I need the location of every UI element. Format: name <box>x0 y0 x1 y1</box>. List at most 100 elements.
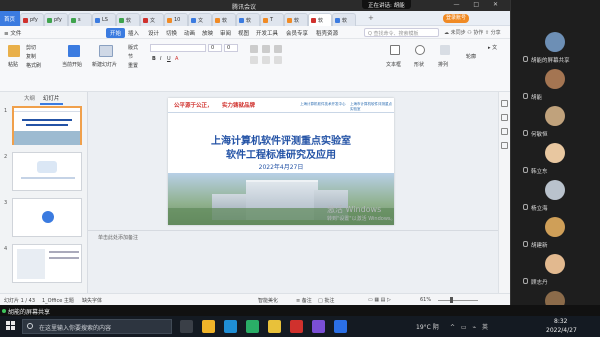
play-icon[interactable] <box>68 45 80 57</box>
tab-outline[interactable]: 大纲 <box>24 94 35 102</box>
document-tab[interactable]: s <box>68 13 92 26</box>
slide-date[interactable]: 2022年4月27日 <box>168 162 394 171</box>
media-icon[interactable] <box>312 320 325 333</box>
start-from-current-button[interactable]: 当前开始 <box>62 61 82 68</box>
paste-icon[interactable] <box>8 45 20 57</box>
paste-button[interactable]: 粘贴 <box>8 61 18 68</box>
notes-placeholder[interactable]: 单击此处添加备注 <box>98 234 138 241</box>
participant-tile[interactable]: 胡能 <box>511 65 600 103</box>
numbered-list-icon[interactable] <box>262 45 270 53</box>
menu-item[interactable]: 审阅 <box>220 29 231 37</box>
slide-editing-area[interactable]: 公平源于公正， 实力铸就品牌 上海计算机软件技术开发中心 上海市计算机软件评测重… <box>88 92 510 293</box>
text-box-icon[interactable] <box>390 45 400 55</box>
document-tab[interactable]: 软 <box>332 13 356 26</box>
participant-tile[interactable]: 韩立东 <box>511 139 600 177</box>
document-tab[interactable]: pfy <box>20 13 44 26</box>
italic-button[interactable]: I <box>160 56 161 62</box>
menu-item[interactable]: 开发工具 <box>256 29 278 37</box>
shape-icon[interactable] <box>415 45 425 55</box>
new-slide-button[interactable]: 新建幻灯片 <box>92 61 117 68</box>
document-tab[interactable]: 10 <box>164 13 188 26</box>
list-icon[interactable] <box>250 45 258 53</box>
sync-share-group[interactable]: ☁ 未同步 ⚇ 协作 ⇪ 分享 <box>444 29 501 36</box>
menu-item[interactable]: 会员专享 <box>286 29 308 37</box>
align-left-icon[interactable] <box>250 56 258 64</box>
view-mode-buttons[interactable]: ▭ ▦ ▤ ▷ <box>368 297 391 303</box>
edge-icon[interactable] <box>224 320 237 333</box>
bold-button[interactable]: B <box>152 56 156 62</box>
document-tab[interactable]: T <box>260 13 284 26</box>
font-color-button[interactable]: A <box>175 56 178 62</box>
home-tab[interactable]: 首页 <box>0 11 20 26</box>
zoom-slider[interactable] <box>438 300 478 301</box>
missing-font-button[interactable]: 缺失字体 <box>82 297 102 304</box>
font-size-select[interactable]: 0 <box>208 44 222 52</box>
reset-button[interactable]: 重置 <box>128 62 138 69</box>
document-tab[interactable]: 软 <box>212 13 236 26</box>
document-tab[interactable]: 软 <box>116 13 140 26</box>
menu-item[interactable]: 设计 <box>148 29 159 37</box>
slide-title-line-1[interactable]: 上海计算机软件评测重点实验室 <box>168 132 394 147</box>
font-size-select-2[interactable]: 0 <box>224 44 238 52</box>
wechat-icon[interactable] <box>246 320 259 333</box>
taskbar-search-input[interactable]: 在这里输入你要搜索的内容 <box>22 319 172 334</box>
style-icon[interactable] <box>501 114 508 121</box>
indent-icon[interactable] <box>274 45 282 53</box>
smart-beautify-button[interactable]: 智能美化 <box>258 297 278 304</box>
animation-icon[interactable] <box>501 128 508 135</box>
section-button[interactable]: 节 <box>128 53 133 60</box>
menu-item[interactable]: 视图 <box>238 29 249 37</box>
participant-tile[interactable]: 胡能的屏幕共享 <box>511 28 600 66</box>
file-menu[interactable]: ≡ 文件 <box>4 29 21 37</box>
clock-time[interactable]: 8:32 <box>554 318 567 325</box>
participant-tile[interactable]: 胡建新 <box>511 213 600 251</box>
slide-thumbnail-2[interactable] <box>12 152 82 191</box>
slide-thumbnail-1[interactable] <box>12 106 82 145</box>
weather-widget[interactable]: 19°C 阴 <box>416 322 439 331</box>
menu-item[interactable]: 放映 <box>202 29 213 37</box>
menu-item[interactable]: 动画 <box>184 29 195 37</box>
text-box-button[interactable]: 文本框 <box>386 61 401 68</box>
participant-tile[interactable]: 顾志丹 <box>511 250 600 288</box>
zoom-slider-handle[interactable] <box>450 297 453 303</box>
slide-thumbnail-4[interactable] <box>12 244 82 283</box>
task-view-icon[interactable] <box>180 320 193 333</box>
document-tab[interactable]: 文 <box>188 13 212 26</box>
font-family-select[interactable] <box>150 44 206 52</box>
clock-date[interactable]: 2022/4/27 <box>546 327 577 334</box>
cut-button[interactable]: 剪切 <box>26 44 36 51</box>
window-controls[interactable]: — □ ✕ <box>453 1 504 8</box>
explorer-icon[interactable] <box>202 320 215 333</box>
arrange-button[interactable]: 排列 <box>438 61 448 68</box>
slide-thumbnail-3[interactable] <box>12 198 82 237</box>
system-tray[interactable]: ^ ▭ ⌁ 英 <box>450 322 490 331</box>
windows-start-icon[interactable] <box>6 321 16 331</box>
underline-button[interactable]: U <box>167 56 171 62</box>
comments-toggle[interactable]: □ 批注 <box>318 297 334 304</box>
notes-toggle[interactable]: ≡ 备注 <box>296 297 312 304</box>
tab-slides[interactable]: 幻灯片 <box>40 93 63 105</box>
command-search-input[interactable]: Q 查找命令、搜索模板 <box>364 28 439 37</box>
slide-title-line-2[interactable]: 软件工程标准研究及应用 <box>168 146 394 161</box>
help-icon[interactable] <box>501 142 508 149</box>
wps-icon[interactable] <box>290 320 303 333</box>
meeting-icon[interactable] <box>334 320 347 333</box>
document-tab[interactable]: 软 <box>236 13 260 26</box>
menu-item[interactable]: 插入 <box>128 29 139 37</box>
login-button[interactable]: 登录账号 <box>443 14 469 23</box>
outline-button[interactable]: 轮廓 <box>466 53 476 60</box>
menu-start[interactable]: 开始 <box>106 28 126 38</box>
arrange-icon[interactable] <box>440 45 450 55</box>
format-painter-button[interactable]: 格式刷 <box>26 62 41 69</box>
zoom-level[interactable]: 61% <box>420 297 431 303</box>
new-slide-icon[interactable] <box>99 45 113 57</box>
align-center-icon[interactable] <box>262 56 270 64</box>
document-tab[interactable]: LS <box>92 13 116 26</box>
participant-tile[interactable]: 何敏恒 <box>511 102 600 140</box>
document-tab[interactable]: 文 <box>140 13 164 26</box>
participant-tile[interactable]: 杨立海 <box>511 176 600 214</box>
align-right-icon[interactable] <box>274 56 282 64</box>
properties-icon[interactable] <box>501 100 508 107</box>
document-tab[interactable]: 软 <box>308 13 332 26</box>
chrome-icon[interactable] <box>268 320 281 333</box>
